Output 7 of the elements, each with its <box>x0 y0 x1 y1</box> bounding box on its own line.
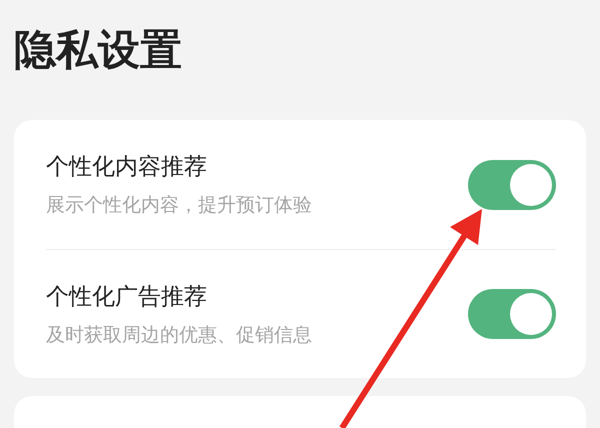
setting-description: 及时获取周边的优惠、促销信息 <box>46 322 312 348</box>
toggle-switch[interactable] <box>468 289 556 339</box>
toggle-switch[interactable] <box>468 160 556 210</box>
page-title: 隐私设置 <box>14 24 183 76</box>
setting-title: 个性化广告推荐 <box>46 282 208 312</box>
setting-description: 展示个性化内容，提升预订体验 <box>46 193 312 218</box>
setting-title: 个性化内容推荐 <box>46 153 208 182</box>
